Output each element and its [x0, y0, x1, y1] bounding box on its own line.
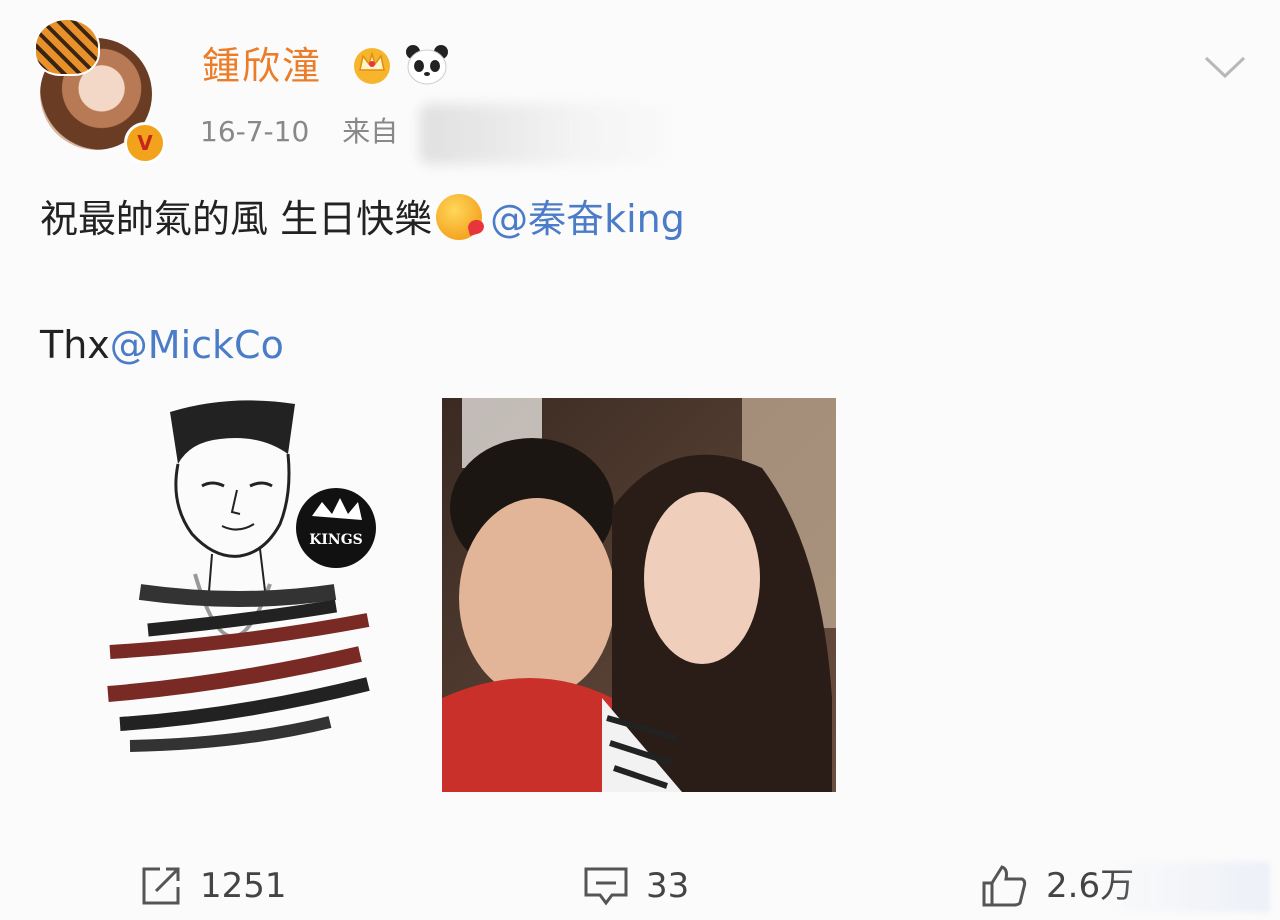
- repost-button[interactable]: 1251: [138, 862, 287, 910]
- tiger-hat-decoration: [34, 18, 100, 76]
- blurred-source: [420, 104, 680, 164]
- panda-icon: [406, 45, 448, 85]
- kings-badge-text: KINGS: [309, 532, 363, 548]
- verified-badge-icon: V: [124, 122, 166, 164]
- mention-link-mickco[interactable]: @MickCo: [110, 323, 284, 367]
- author-name[interactable]: 鍾欣潼: [202, 40, 322, 92]
- weibo-post-card: V 鍾欣潼 16-7-10 来自 祝最帥氣的風 生日快樂 @秦奋king Thx@…: [0, 0, 1280, 920]
- chevron-down-icon[interactable]: [1202, 52, 1248, 82]
- post-meta: 16-7-10 来自: [200, 112, 398, 152]
- post-thanks: Thx@MickCo: [40, 316, 284, 374]
- kiss-emoji-icon: [436, 194, 483, 240]
- comment-button[interactable]: 33: [582, 862, 689, 910]
- sketch-image[interactable]: KINGS: [100, 394, 400, 792]
- like-icon: [982, 865, 1027, 907]
- post-source-label: 来自: [342, 115, 399, 148]
- post-text: 祝最帥氣的風 生日快樂 @秦奋king: [40, 190, 685, 248]
- comment-count: 33: [646, 866, 690, 906]
- mention-link[interactable]: @秦奋king: [490, 197, 685, 241]
- thanks-prefix: Thx: [40, 323, 110, 367]
- selfie-photo[interactable]: [442, 398, 836, 792]
- author-avatar[interactable]: V: [34, 18, 166, 164]
- repost-icon: [142, 867, 180, 905]
- crown-icon: [354, 48, 390, 84]
- post-text-main: 祝最帥氣的風 生日快樂: [40, 197, 433, 241]
- post-time[interactable]: 16-7-10: [200, 115, 309, 148]
- watermark: [1100, 862, 1270, 912]
- repost-count: 1251: [200, 866, 287, 906]
- comment-icon: [584, 867, 628, 906]
